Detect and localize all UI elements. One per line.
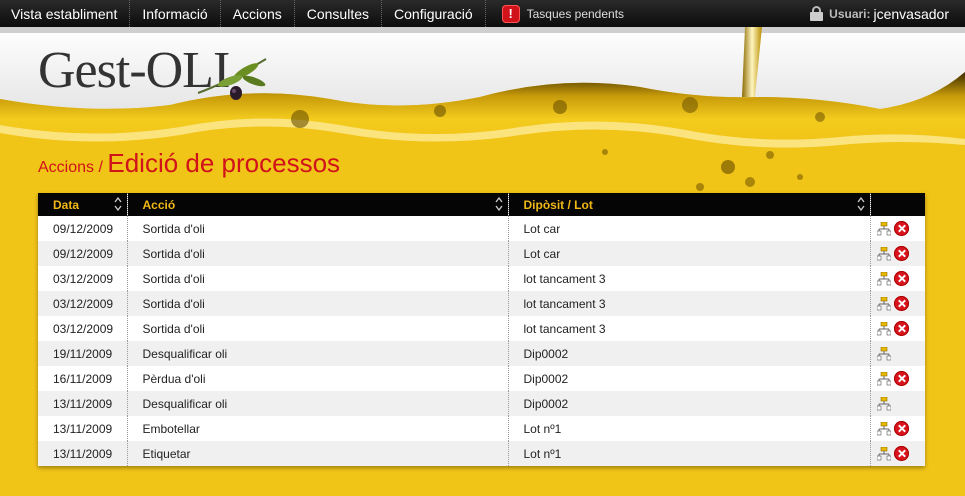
column-header-data[interactable]: Data (38, 193, 128, 216)
cell-lot: lot tancament 3 (508, 266, 871, 291)
column-header-diposit-lot[interactable]: Dipòsit / Lot (508, 193, 871, 216)
process-tree-icon[interactable] (876, 271, 891, 286)
cell-row-actions (870, 391, 925, 416)
cell-row-actions (870, 316, 925, 341)
cell-lot: Lot car (508, 216, 871, 241)
cell-row-actions (870, 441, 925, 466)
cell-date: 13/11/2009 (38, 416, 128, 441)
cell-lot: Dip0002 (508, 366, 871, 391)
table-row: 13/11/2009 Etiquetar Lot nº1 (38, 441, 925, 466)
cell-row-actions (870, 366, 925, 391)
cell-action: Embotellar (127, 416, 509, 441)
cell-date: 13/11/2009 (38, 441, 128, 466)
cell-action: Etiquetar (127, 441, 509, 466)
process-tree-icon[interactable] (876, 246, 891, 261)
cell-row-actions (870, 241, 925, 266)
delete-icon[interactable] (893, 296, 909, 311)
process-tree-icon[interactable] (876, 296, 891, 311)
cell-date: 09/12/2009 (38, 241, 128, 266)
user-name: jcenvasador (873, 5, 950, 22)
process-tree-icon[interactable] (876, 371, 891, 386)
cell-row-actions (870, 216, 925, 241)
cell-date: 16/11/2009 (38, 366, 128, 391)
column-header-label: Data (53, 197, 80, 212)
cell-action: Desqualificar oli (127, 391, 509, 416)
top-navigation-bar: Vista establiment Informació Accions Con… (0, 0, 965, 27)
table-row: 19/11/2009 Desqualificar oli Dip0002 (38, 341, 925, 366)
delete-icon[interactable] (893, 321, 909, 336)
delete-icon[interactable] (893, 371, 909, 386)
sort-icon (856, 197, 865, 211)
cell-lot: Dip0002 (508, 341, 871, 366)
cell-date: 03/12/2009 (38, 316, 128, 341)
cell-date: 09/12/2009 (38, 216, 128, 241)
nav-consultes[interactable]: Consultes (295, 0, 383, 27)
pending-tasks-link[interactable]: ! Tasques pendents (486, 0, 624, 27)
column-header-label: Acció (142, 197, 176, 212)
nav-vista-establiment[interactable]: Vista establiment (0, 0, 131, 27)
column-header-label: Dipòsit / Lot (523, 197, 593, 212)
sort-icon (113, 197, 122, 211)
page-title: Accions / Edició de processos (38, 148, 340, 179)
cell-date: 03/12/2009 (38, 291, 128, 316)
cell-date: 13/11/2009 (38, 391, 128, 416)
table-row: 03/12/2009 Sortida d'oli lot tancament 3 (38, 291, 925, 316)
nav-accions[interactable]: Accions (221, 0, 295, 27)
column-header-accio[interactable]: Acció (127, 193, 509, 216)
breadcrumb-separator: / (94, 159, 108, 176)
olive-branch-icon (197, 58, 267, 100)
table-row: 03/12/2009 Sortida d'oli lot tancament 3 (38, 316, 925, 341)
lock-icon (810, 6, 824, 21)
cell-lot: Lot car (508, 241, 871, 266)
cell-lot: lot tancament 3 (508, 291, 871, 316)
table-row: 13/11/2009 Desqualificar oli Dip0002 (38, 391, 925, 416)
user-label: Usuari: (829, 6, 871, 21)
cell-row-actions (870, 341, 925, 366)
cell-action: Sortida d'oli (127, 316, 509, 341)
cell-lot: Lot nº1 (508, 416, 871, 441)
nav-configuracio[interactable]: Configuració (382, 0, 486, 27)
delete-icon[interactable] (893, 271, 909, 286)
delete-icon[interactable] (893, 446, 909, 461)
cell-lot: Lot nº1 (508, 441, 871, 466)
user-info: Usuari: jcenvasador (810, 0, 949, 27)
table-row: 03/12/2009 Sortida d'oli lot tancament 3 (38, 266, 925, 291)
process-tree-icon[interactable] (876, 396, 891, 411)
table-row: 09/12/2009 Sortida d'oli Lot car (38, 216, 925, 241)
processes-table: Data Acció Dipòsit / Lot 09/12/2009 Sorti… (38, 193, 925, 466)
cell-row-actions (870, 291, 925, 316)
cell-row-actions (870, 266, 925, 291)
delete-icon[interactable] (893, 421, 909, 436)
page-heading: Edició de processos (107, 148, 341, 178)
cell-date: 19/11/2009 (38, 341, 128, 366)
column-header-actions (870, 193, 925, 216)
cell-action: Pèrdua d'oli (127, 366, 509, 391)
table-row: 16/11/2009 Pèrdua d'oli Dip0002 (38, 366, 925, 391)
process-tree-icon[interactable] (876, 446, 891, 461)
process-tree-icon[interactable] (876, 321, 891, 336)
cell-action: Sortida d'oli (127, 266, 509, 291)
table-row: 13/11/2009 Embotellar Lot nº1 (38, 416, 925, 441)
table-header-row: Data Acció Dipòsit / Lot (38, 193, 925, 216)
process-tree-icon[interactable] (876, 221, 891, 236)
cell-action: Sortida d'oli (127, 216, 509, 241)
cell-date: 03/12/2009 (38, 266, 128, 291)
cell-row-actions (870, 416, 925, 441)
cell-lot: lot tancament 3 (508, 316, 871, 341)
sort-icon (494, 197, 503, 211)
delete-icon[interactable] (893, 221, 909, 236)
nav-informacio[interactable]: Informació (130, 0, 221, 27)
process-tree-icon[interactable] (876, 421, 891, 436)
table-row: 09/12/2009 Sortida d'oli Lot car (38, 241, 925, 266)
alert-icon: ! (501, 4, 520, 23)
delete-icon[interactable] (893, 246, 909, 261)
process-tree-icon[interactable] (876, 346, 891, 361)
cell-action: Sortida d'oli (127, 291, 509, 316)
cell-action: Desqualificar oli (127, 341, 509, 366)
breadcrumb-accions-link[interactable]: Accions (38, 159, 94, 176)
cell-lot: Dip0002 (508, 391, 871, 416)
cell-action: Sortida d'oli (127, 241, 509, 266)
pending-tasks-label: Tasques pendents (526, 6, 625, 21)
